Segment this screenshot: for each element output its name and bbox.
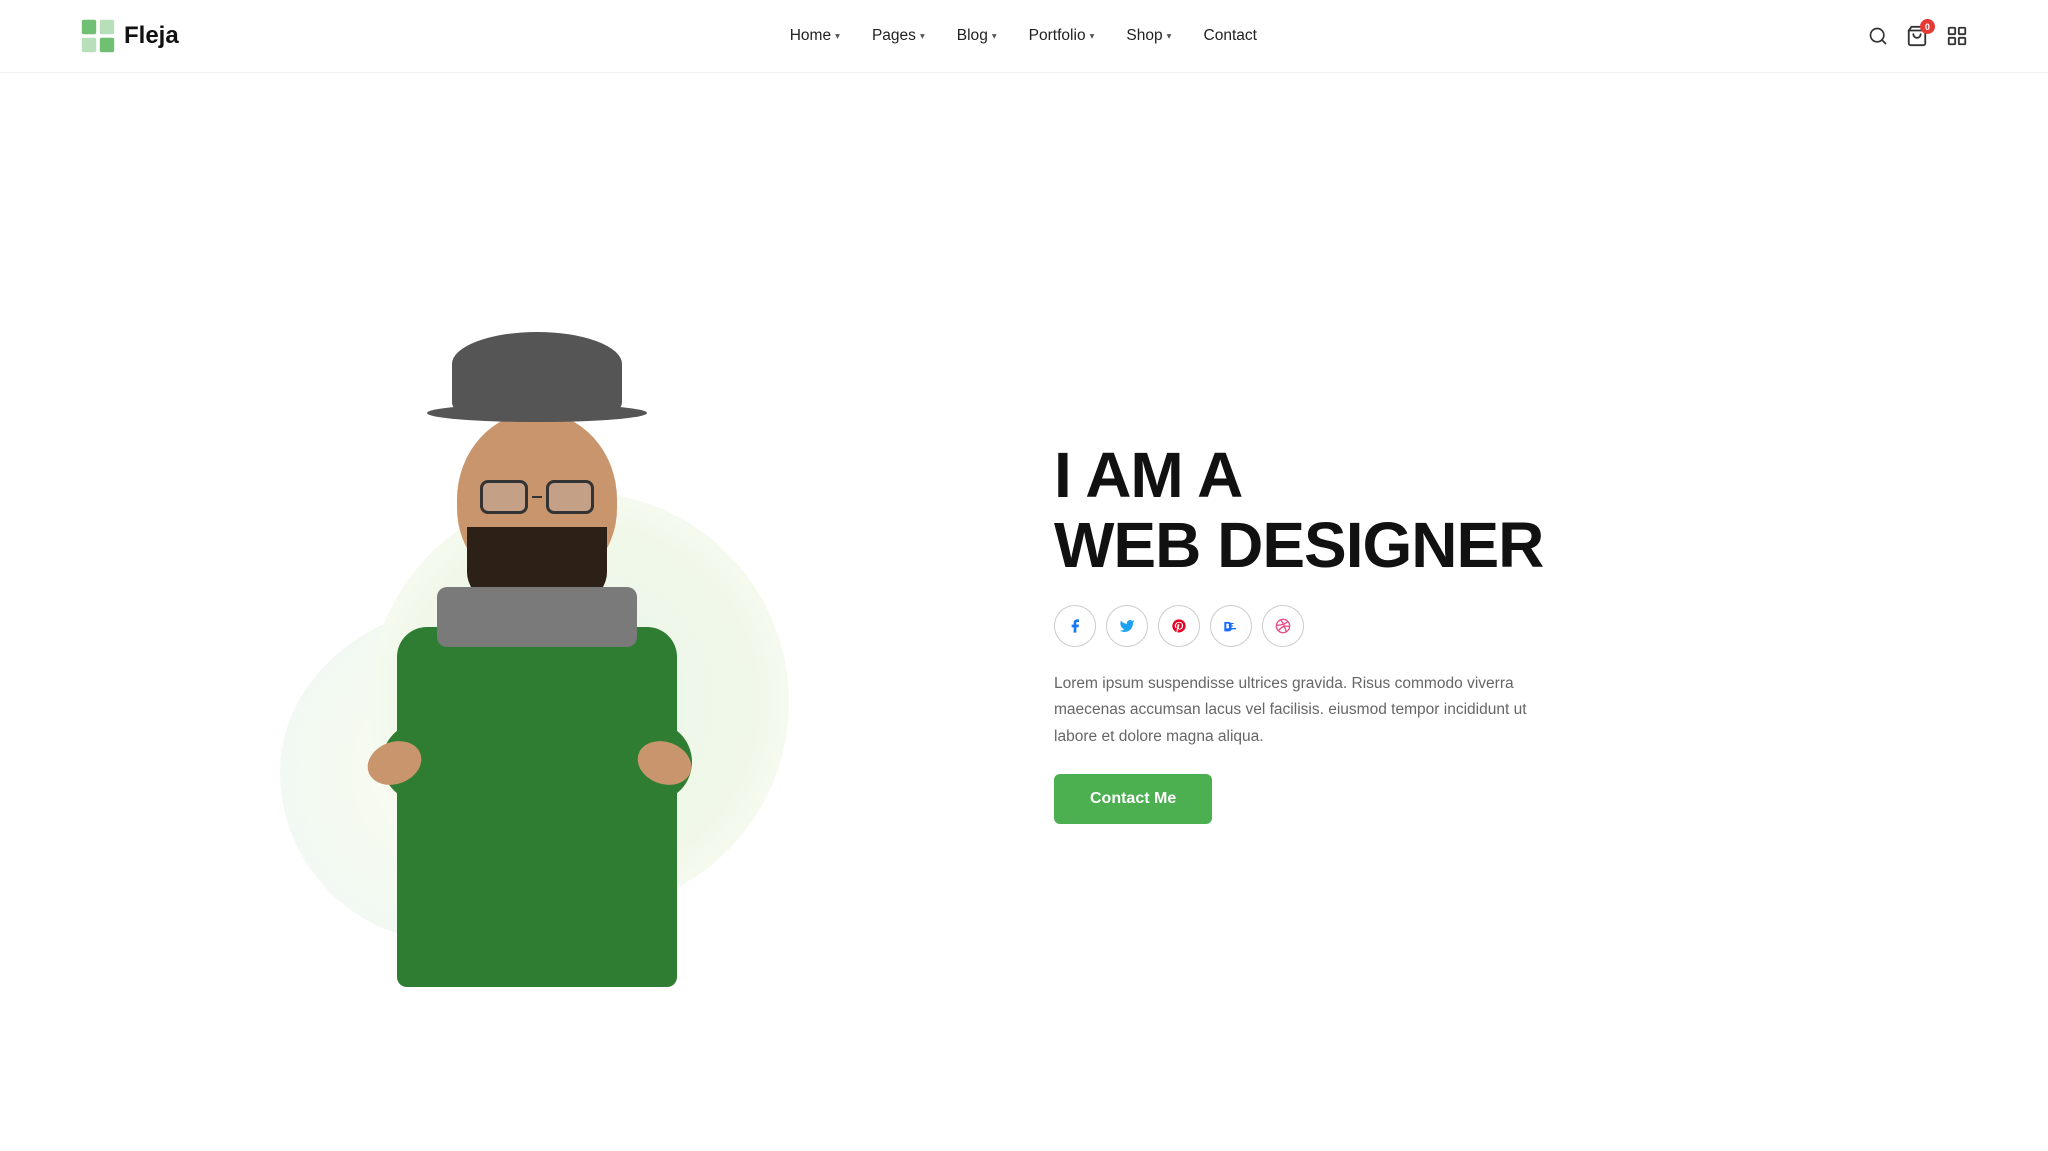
chevron-down-icon: ▾ [992, 31, 997, 42]
nav-item-home[interactable]: Home ▾ [790, 27, 840, 45]
social-icon-behance[interactable] [1210, 605, 1252, 647]
cart-badge: 0 [1920, 19, 1935, 34]
grid-menu-button[interactable] [1946, 25, 1968, 47]
chevron-down-icon: ▾ [835, 31, 840, 42]
cart-button[interactable]: 0 [1906, 25, 1928, 47]
nav-item-blog[interactable]: Blog ▾ [957, 27, 997, 45]
nav-links: Home ▾ Pages ▾ Blog ▾ Portfolio ▾ Shop [790, 27, 1257, 45]
dribbble-icon [1275, 618, 1291, 634]
grid-icon [1946, 25, 1968, 47]
chevron-down-icon: ▾ [1167, 31, 1172, 42]
hero-section: I AM A WEB DESIGNER [0, 73, 2048, 1151]
hero-image-area [80, 292, 994, 972]
chevron-down-icon: ▾ [1090, 31, 1095, 42]
pinterest-icon [1171, 618, 1187, 634]
glasses-lens-right [546, 480, 594, 514]
twitter-icon [1119, 618, 1135, 634]
person-figure [347, 332, 727, 972]
brand-name: Fleja [124, 22, 179, 50]
logo-icon [80, 18, 116, 54]
social-icon-facebook[interactable] [1054, 605, 1096, 647]
nav-item-shop[interactable]: Shop ▾ [1126, 27, 1171, 45]
nav-item-contact[interactable]: Contact [1203, 27, 1256, 45]
social-icon-twitter[interactable] [1106, 605, 1148, 647]
contact-me-button[interactable]: Contact Me [1054, 774, 1212, 824]
social-icon-pinterest[interactable] [1158, 605, 1200, 647]
hero-content: I AM A WEB DESIGNER [994, 440, 1968, 824]
nav-actions: 0 [1868, 25, 1968, 47]
facebook-icon [1067, 618, 1083, 634]
nav-item-pages[interactable]: Pages ▾ [872, 27, 925, 45]
social-icon-dribbble[interactable] [1262, 605, 1304, 647]
hat-crown [452, 332, 622, 412]
glasses-bridge [532, 496, 542, 498]
social-icons [1054, 605, 1968, 647]
sweater-body [397, 627, 677, 987]
hat-brim [427, 404, 647, 422]
chevron-down-icon: ▾ [920, 31, 925, 42]
main-nav: Fleja Home ▾ Pages ▾ Blog ▾ Portfolio ▾ [0, 0, 2048, 73]
glasses [480, 480, 594, 514]
scarf [437, 587, 637, 647]
hero-heading: I AM A WEB DESIGNER [1054, 440, 1968, 581]
glasses-lens-left [480, 480, 528, 514]
hero-description: Lorem ipsum suspendisse ultrices gravida… [1054, 671, 1534, 750]
logo-link[interactable]: Fleja [80, 18, 179, 54]
behance-icon [1223, 618, 1239, 634]
search-icon [1868, 26, 1888, 46]
nav-item-portfolio[interactable]: Portfolio ▾ [1029, 27, 1095, 45]
search-button[interactable] [1868, 26, 1888, 46]
